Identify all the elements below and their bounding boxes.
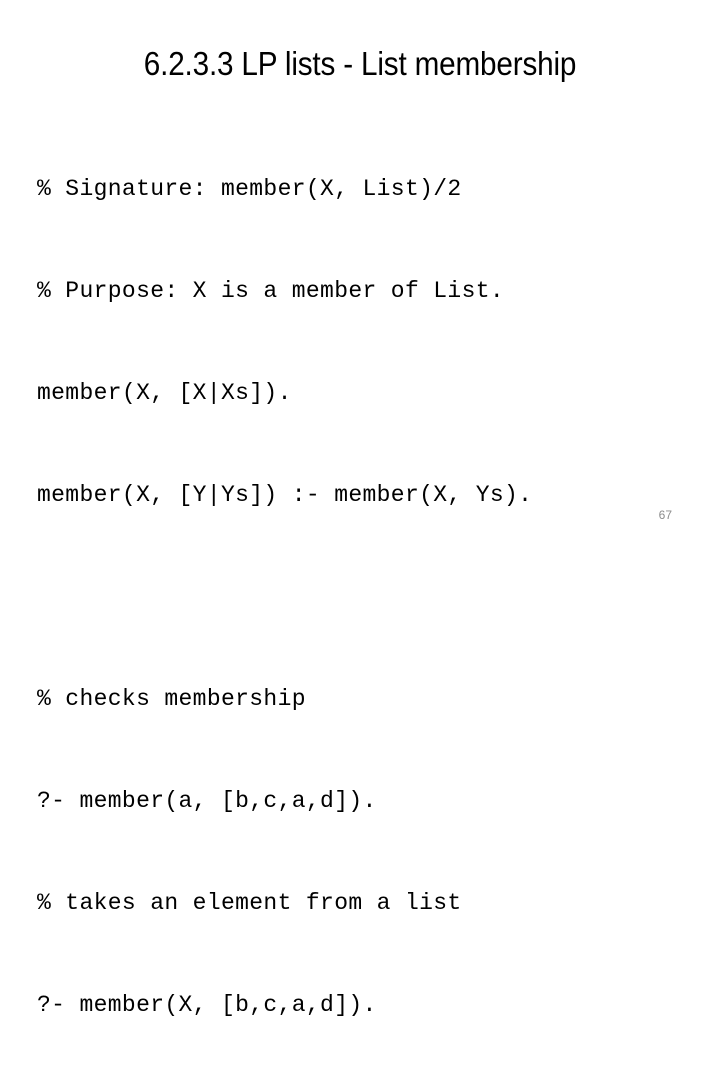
code-line: % Purpose: X is a member of List. <box>37 278 505 304</box>
code-line: member(X, [X|Xs]). <box>37 380 292 406</box>
code-line: ?- member(a, [b,c,a,d]). <box>37 788 377 814</box>
block-separator <box>37 580 687 614</box>
code-line: % Signature: member(X, List)/2 <box>37 176 462 202</box>
slide: 6.2.3.3 LP lists - List membership % Sig… <box>0 0 720 1018</box>
example-queries-block: % checks membership ?- member(a, [b,c,a,… <box>37 614 687 1080</box>
slide-content-body: % Signature: member(X, List)/2 % Purpose… <box>37 104 687 1080</box>
code-line: ?- member(X, [b,c,a,d]). <box>37 992 377 1018</box>
page-number: 67 <box>658 508 672 522</box>
code-line: % checks membership <box>37 686 306 712</box>
code-line: % takes an element from a list <box>37 890 462 916</box>
page-title: 6.2.3.3 LP lists - List membership <box>143 45 577 82</box>
predicate-definition-block: % Signature: member(X, List)/2 % Purpose… <box>37 104 687 580</box>
code-line: member(X, [Y|Ys]) :- member(X, Ys). <box>37 482 533 508</box>
